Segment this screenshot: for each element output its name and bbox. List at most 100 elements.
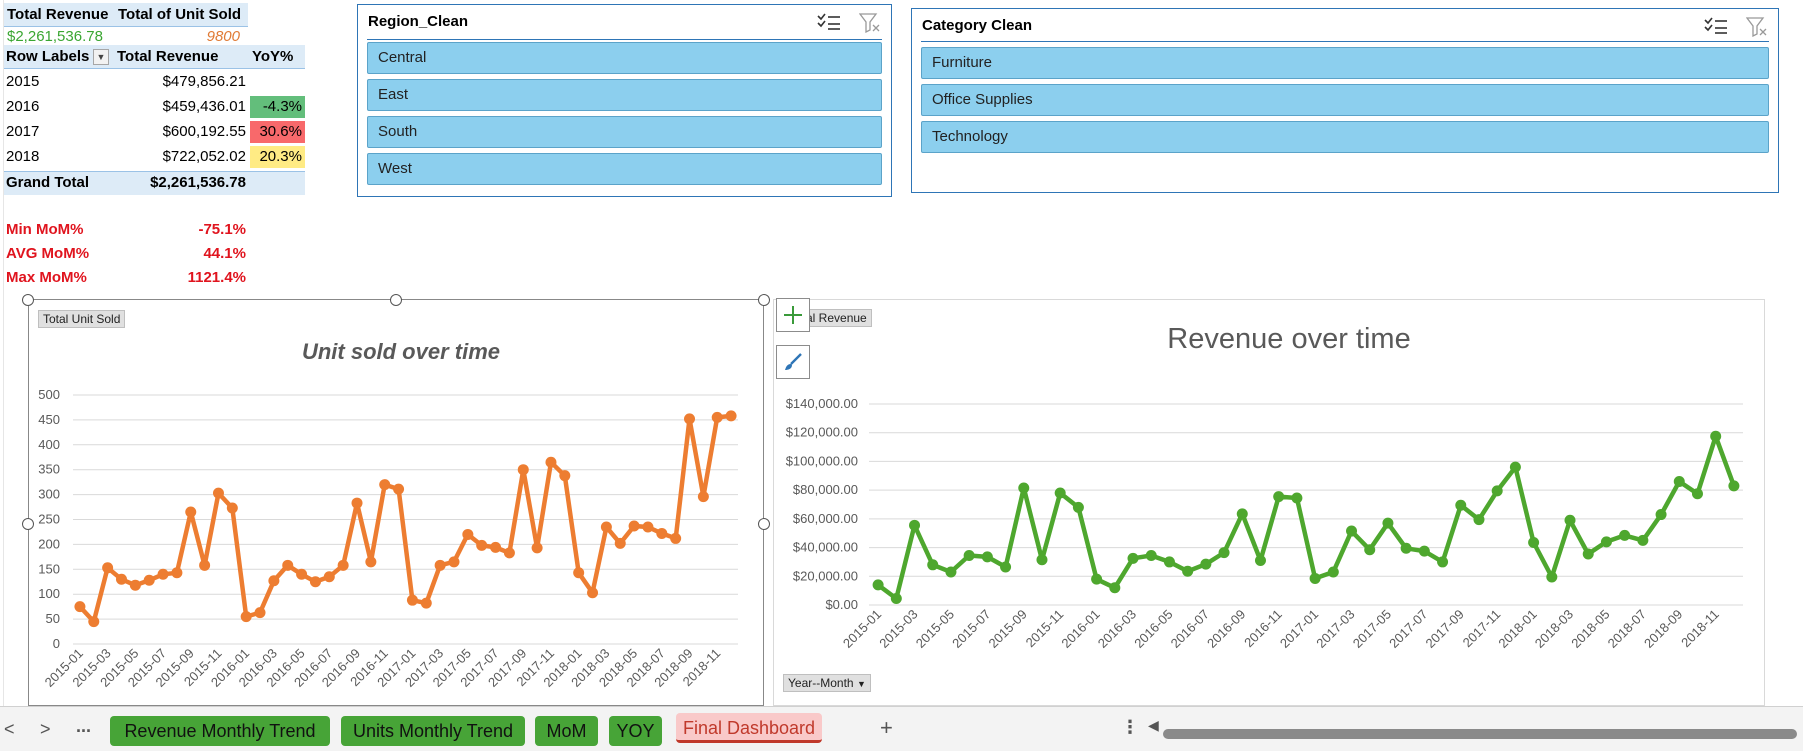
pivot-row-yoy[interactable]: 20.3% — [250, 146, 305, 168]
max-mom-value[interactable]: 1121.4% — [150, 267, 246, 289]
region-slicer-title: Region_Clean — [368, 13, 469, 30]
max-mom-label[interactable]: Max MoM% — [6, 267, 87, 289]
data-point — [711, 411, 723, 423]
multi-select-icon[interactable] — [1704, 17, 1728, 35]
horizontal-scrollbar[interactable] — [1163, 729, 1797, 739]
tab-final-dashboard[interactable]: Final Dashboard — [676, 713, 822, 743]
more-sheets-icon[interactable]: ... — [76, 716, 91, 737]
data-point — [1437, 556, 1449, 568]
axis-field-button[interactable]: Year--Month ▼ — [783, 674, 871, 692]
data-point — [240, 611, 252, 623]
data-point — [600, 521, 612, 533]
grand-total-label[interactable]: Grand Total — [6, 172, 89, 194]
row-labels-filter-icon[interactable]: ▼ — [93, 49, 109, 65]
min-mom-value[interactable]: -75.1% — [150, 219, 246, 241]
data-point — [1710, 430, 1722, 442]
resize-handle[interactable] — [758, 294, 770, 306]
slicer-item-technology[interactable]: Technology — [921, 121, 1769, 153]
chart-styles-button[interactable] — [776, 345, 810, 379]
tab-yoy[interactable]: YOY — [609, 716, 662, 746]
data-point — [1054, 487, 1066, 499]
slicer-item-furniture[interactable]: Furniture — [921, 47, 1769, 79]
category-slicer[interactable]: Category Clean Furniture Office Supplies… — [911, 8, 1779, 193]
y-tick-label: 250 — [38, 512, 60, 527]
units-chart[interactable]: Total Unit Sold Unit sold over time 0 50 10… — [28, 299, 764, 706]
x-tick-label: 2016-09 — [1204, 607, 1248, 651]
pivot-row-revenue[interactable]: $722,052.02 — [120, 146, 246, 168]
plus-icon — [784, 306, 802, 324]
data-point — [909, 519, 921, 531]
pivot-row-year[interactable]: 2018 — [6, 146, 39, 168]
data-point — [115, 573, 127, 585]
pivot-row-year[interactable]: 2017 — [6, 121, 39, 143]
data-point — [1546, 571, 1558, 583]
data-point — [1200, 558, 1212, 570]
pivot-row-year[interactable]: 2016 — [6, 96, 39, 118]
data-point — [1218, 547, 1230, 559]
x-tick-label: 2016-01 — [1058, 607, 1102, 651]
pivot-row-year[interactable]: 2015 — [6, 71, 39, 93]
revenue-chart[interactable]: Revenue over time $0.00 $20,000.00 $40,000.… — [773, 299, 1765, 706]
units-chart-plot: Unit sold over time 0 50 100 150 200 250 300 350… — [38, 339, 738, 690]
y-tick-label: 350 — [38, 462, 60, 477]
slicer-item-east[interactable]: East — [367, 79, 882, 111]
scroll-left-icon[interactable]: ◀ — [1148, 717, 1159, 734]
data-point — [517, 464, 529, 476]
multi-select-icon[interactable] — [817, 13, 841, 31]
tab-mom[interactable]: MoM — [535, 716, 598, 746]
avg-mom-label[interactable]: AVG MoM% — [6, 243, 89, 265]
data-point — [697, 491, 709, 503]
data-point — [88, 616, 100, 628]
pivot-row-revenue[interactable]: $459,436.01 — [120, 96, 246, 118]
total-units-label[interactable]: Total of Unit Sold — [118, 4, 241, 26]
x-tick-label: 2016-03 — [1095, 607, 1139, 651]
slicer-item-west[interactable]: West — [367, 153, 882, 185]
add-sheet-icon[interactable]: + — [880, 715, 893, 741]
region-slicer[interactable]: Region_Clean Central East South West — [357, 4, 892, 197]
slicer-divider — [921, 41, 1769, 42]
tab-menu-icon[interactable]: ⋮ — [1121, 717, 1139, 738]
pivot-row-yoy[interactable]: 30.6% — [250, 121, 305, 143]
tab-revenue-monthly-trend[interactable]: Revenue Monthly Trend — [110, 716, 330, 746]
pivot-header-row-labels[interactable]: Row Labels — [6, 46, 89, 68]
dropdown-icon: ▼ — [856, 679, 866, 689]
resize-handle[interactable] — [758, 518, 770, 530]
sheet-tab-bar: < > ... Revenue Monthly Trend Units Mont… — [0, 706, 1803, 751]
data-point — [226, 502, 238, 514]
data-point — [268, 575, 280, 587]
resize-handle[interactable] — [390, 294, 402, 306]
clear-filter-icon[interactable] — [859, 13, 881, 33]
y-tick-label: 50 — [46, 611, 60, 626]
data-point — [642, 521, 654, 533]
min-mom-label[interactable]: Min MoM% — [6, 219, 83, 241]
pivot-row-revenue[interactable]: $479,856.21 — [120, 71, 246, 93]
avg-mom-value[interactable]: 44.1% — [150, 243, 246, 265]
pivot-header-total-revenue[interactable]: Total Revenue — [117, 46, 218, 68]
slicer-item-south[interactable]: South — [367, 116, 882, 148]
next-sheet-icon[interactable]: > — [40, 719, 51, 740]
pivot-row-revenue[interactable]: $600,192.55 — [120, 121, 246, 143]
pivot-header-yoy[interactable]: YoY% — [252, 46, 293, 68]
x-tick-label: 2015-09 — [986, 607, 1030, 651]
resize-handle[interactable] — [22, 294, 34, 306]
pivot-row-yoy[interactable]: -4.3% — [250, 96, 305, 118]
data-point — [490, 541, 502, 553]
x-tick-label: 2018-05 — [1568, 607, 1612, 651]
chart-title: Revenue over time — [1167, 323, 1410, 355]
x-tick-label: 2017-01 — [1277, 607, 1321, 651]
data-point — [1291, 492, 1303, 504]
slicer-item-office-supplies[interactable]: Office Supplies — [921, 84, 1769, 116]
data-point — [614, 537, 626, 549]
tab-units-monthly-trend[interactable]: Units Monthly Trend — [341, 716, 525, 746]
total-revenue-label[interactable]: Total Revenue — [7, 4, 108, 26]
x-tick-label: 2015-07 — [949, 607, 993, 651]
data-point — [323, 571, 335, 583]
data-point — [981, 551, 993, 563]
prev-sheet-icon[interactable]: < — [4, 719, 15, 740]
clear-filter-icon[interactable] — [1746, 17, 1768, 37]
resize-handle[interactable] — [22, 518, 34, 530]
y-tick-label: 450 — [38, 412, 60, 427]
slicer-item-central[interactable]: Central — [367, 42, 882, 74]
chart-elements-button[interactable] — [776, 298, 810, 332]
grand-total-value[interactable]: $2,261,536.78 — [110, 172, 246, 194]
